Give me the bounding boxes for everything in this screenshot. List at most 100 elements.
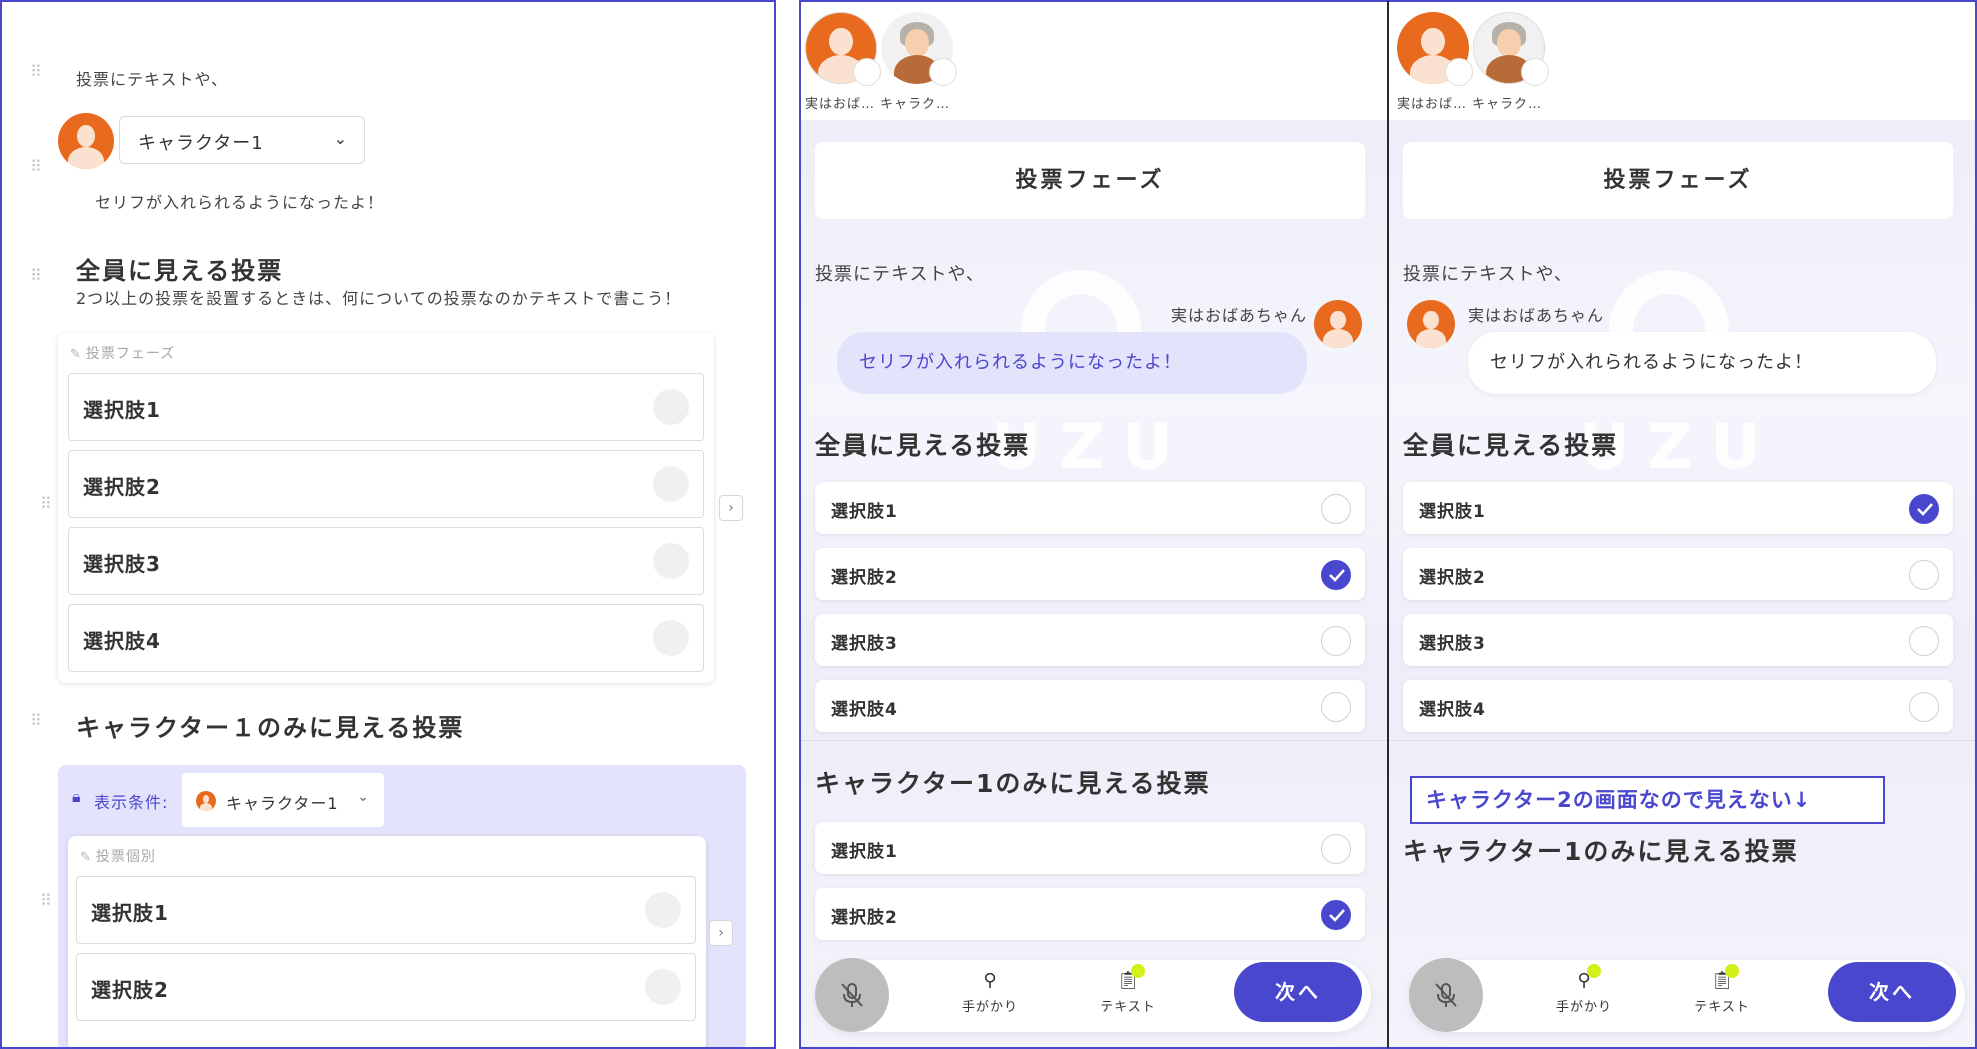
drag-handle-icon[interactable]: ⠿ bbox=[30, 64, 42, 80]
option-radio[interactable] bbox=[1321, 626, 1351, 656]
character-avatar-1[interactable] bbox=[805, 12, 881, 86]
private-vote-heading: キャラクター1のみに見える投票 bbox=[1403, 837, 1799, 866]
drag-handle-icon[interactable]: ⠿ bbox=[40, 496, 52, 512]
notification-badge bbox=[1131, 964, 1145, 978]
phase-title: 投票フェーズ bbox=[1403, 142, 1953, 219]
text-button[interactable]: 📋︎ テキスト bbox=[1083, 964, 1173, 1015]
option-radio[interactable] bbox=[1909, 692, 1939, 722]
speaker-name: 実はおばあちゃん bbox=[1468, 306, 1605, 325]
drag-handle-icon[interactable]: ⠿ bbox=[30, 713, 42, 729]
vote-option[interactable]: 選択肢2 bbox=[1403, 548, 1953, 600]
condition-value: キャラクター1 bbox=[226, 794, 339, 813]
intro-text-block[interactable]: 投票にテキストや、 bbox=[76, 66, 228, 90]
notification-badge bbox=[1587, 964, 1601, 978]
option-radio[interactable] bbox=[653, 620, 689, 656]
private-vote-heading: キャラクター1のみに見える投票 bbox=[815, 769, 1211, 798]
option-radio[interactable] bbox=[1321, 692, 1351, 722]
public-vote-subtext[interactable]: 2つ以上の投票を設置するときは、何についての投票なのかテキストで書こう！ bbox=[76, 285, 681, 309]
vote-option[interactable]: 選択肢3 bbox=[815, 614, 1365, 666]
game-body: UZU 投票フェーズ 投票にテキストや、 実はおばあちゃん セリフが入れられるよ… bbox=[1389, 120, 1975, 1047]
vote-option[interactable]: 選択肢2 bbox=[68, 450, 704, 518]
check-icon[interactable] bbox=[1909, 494, 1939, 524]
intro-text: 投票にテキストや、 bbox=[815, 264, 985, 285]
chevron-right-icon[interactable]: › bbox=[709, 920, 733, 946]
public-vote-heading: 全員に見える投票 bbox=[1403, 431, 1619, 460]
search-icon: ⚲ bbox=[983, 970, 997, 991]
lock-icon: 🔒︎ bbox=[72, 787, 81, 806]
vote-option[interactable]: 選択肢1 bbox=[76, 876, 696, 944]
next-button[interactable]: 次へ bbox=[1828, 962, 1956, 1022]
chevron-right-icon[interactable]: › bbox=[719, 495, 743, 521]
clues-button[interactable]: ⚲ 手がかり bbox=[945, 970, 1035, 1015]
vote-option[interactable]: 選択肢4 bbox=[815, 680, 1365, 732]
character-avatar bbox=[58, 113, 114, 169]
game-body: UZU 投票フェーズ 投票にテキストや、 実はおばあちゃん セリフが入れられるよ… bbox=[801, 120, 1387, 1047]
status-dot bbox=[1521, 58, 1549, 86]
line-text[interactable]: セリフが入れられるようになったよ！ bbox=[95, 189, 384, 213]
condition-label: 表示条件: bbox=[94, 793, 169, 812]
option-radio[interactable] bbox=[1321, 494, 1351, 524]
vote-option[interactable]: 選択肢4 bbox=[1403, 680, 1953, 732]
character-avatar-2[interactable] bbox=[881, 12, 957, 86]
card-label: ✎ 投票フェーズ bbox=[70, 346, 176, 362]
character-name: キャラク… bbox=[1472, 97, 1543, 112]
drag-handle-icon[interactable]: ⠿ bbox=[30, 159, 42, 175]
character-name: 実はおば… bbox=[805, 97, 876, 112]
check-icon[interactable] bbox=[1321, 900, 1351, 930]
option-radio[interactable] bbox=[653, 466, 689, 502]
intro-text: 投票にテキストや、 bbox=[1403, 264, 1573, 285]
speaker-avatar bbox=[1314, 300, 1362, 348]
chevron-down-icon: ⌄ bbox=[357, 789, 370, 805]
character-name: キャラク… bbox=[880, 97, 951, 112]
clues-button[interactable]: ⚲ 手がかり bbox=[1539, 964, 1629, 1015]
character-avatar-1[interactable] bbox=[1397, 12, 1473, 86]
status-dot bbox=[929, 58, 957, 86]
option-radio[interactable] bbox=[645, 969, 681, 1005]
character-name: 実はおば… bbox=[1397, 97, 1468, 112]
chevron-down-icon: ⌄ bbox=[333, 129, 348, 148]
vote-option-selected[interactable]: 選択肢2 bbox=[815, 888, 1365, 940]
clipboard-icon: 📋︎ bbox=[1116, 970, 1140, 991]
option-radio[interactable] bbox=[1909, 626, 1939, 656]
condition-select[interactable]: キャラクター1 ⌄ bbox=[182, 773, 384, 827]
option-radio[interactable] bbox=[653, 543, 689, 579]
vote-option[interactable]: 選択肢3 bbox=[1403, 614, 1953, 666]
public-vote-heading[interactable]: 全員に見える投票 bbox=[76, 251, 283, 286]
player-screen-character-1: 実はおば… キャラク… UZU 投票フェーズ 投票にテキストや、 実はおばあちゃ… bbox=[799, 0, 1388, 1049]
pen-icon: ✎ bbox=[70, 347, 82, 362]
notification-badge bbox=[1725, 964, 1739, 978]
vote-option[interactable]: 選択肢2 bbox=[76, 953, 696, 1021]
option-radio[interactable] bbox=[653, 389, 689, 425]
card-label: ✎ 投票個別 bbox=[80, 849, 156, 865]
drag-handle-icon[interactable]: ⠿ bbox=[30, 268, 42, 284]
speech-bubble-other: セリフが入れられるようになったよ！ bbox=[1468, 332, 1936, 394]
vote-option-selected[interactable]: 選択肢1 bbox=[1403, 482, 1953, 534]
player-screen-character-2: 実はおば… キャラク… UZU 投票フェーズ 投票にテキストや、 実はおばあちゃ… bbox=[1388, 0, 1977, 1049]
character-avatar bbox=[196, 791, 216, 811]
hidden-vote-note: キャラクター2の画面なので見えない↓ bbox=[1410, 776, 1885, 824]
mic-off-icon[interactable] bbox=[815, 958, 889, 1032]
drag-handle-icon[interactable]: ⠿ bbox=[40, 893, 52, 909]
divider bbox=[1389, 740, 1975, 741]
public-vote-heading: 全員に見える投票 bbox=[815, 431, 1031, 460]
next-button[interactable]: 次へ bbox=[1234, 962, 1362, 1022]
option-radio[interactable] bbox=[645, 892, 681, 928]
check-icon[interactable] bbox=[1321, 560, 1351, 590]
search-icon: ⚲ bbox=[1577, 970, 1591, 991]
option-radio[interactable] bbox=[1321, 834, 1351, 864]
public-vote-card: ✎ 投票フェーズ 選択肢1 選択肢2 選択肢3 選択肢4 bbox=[58, 333, 714, 683]
option-radio[interactable] bbox=[1909, 560, 1939, 590]
vote-option[interactable]: 選択肢1 bbox=[815, 482, 1365, 534]
vote-option-selected[interactable]: 選択肢2 bbox=[815, 548, 1365, 600]
vote-editor-panel: ⠿ 投票にテキストや、 ⠿ キャラクター1 ⌄ セリフが入れられるようになったよ… bbox=[0, 0, 776, 1049]
vote-option[interactable]: 選択肢1 bbox=[68, 373, 704, 441]
private-vote-heading[interactable]: キャラクター１のみに見える投票 bbox=[76, 708, 464, 743]
character-select[interactable]: キャラクター1 ⌄ bbox=[119, 116, 365, 164]
mic-off-icon[interactable] bbox=[1409, 958, 1483, 1032]
character-avatar-2[interactable] bbox=[1473, 12, 1549, 86]
text-button[interactable]: 📋︎ テキスト bbox=[1677, 964, 1767, 1015]
vote-option[interactable]: 選択肢4 bbox=[68, 604, 704, 672]
vote-option[interactable]: 選択肢3 bbox=[68, 527, 704, 595]
private-vote-card: ✎ 投票個別 選択肢1 選択肢2 bbox=[68, 836, 706, 1047]
vote-option[interactable]: 選択肢1 bbox=[815, 822, 1365, 874]
